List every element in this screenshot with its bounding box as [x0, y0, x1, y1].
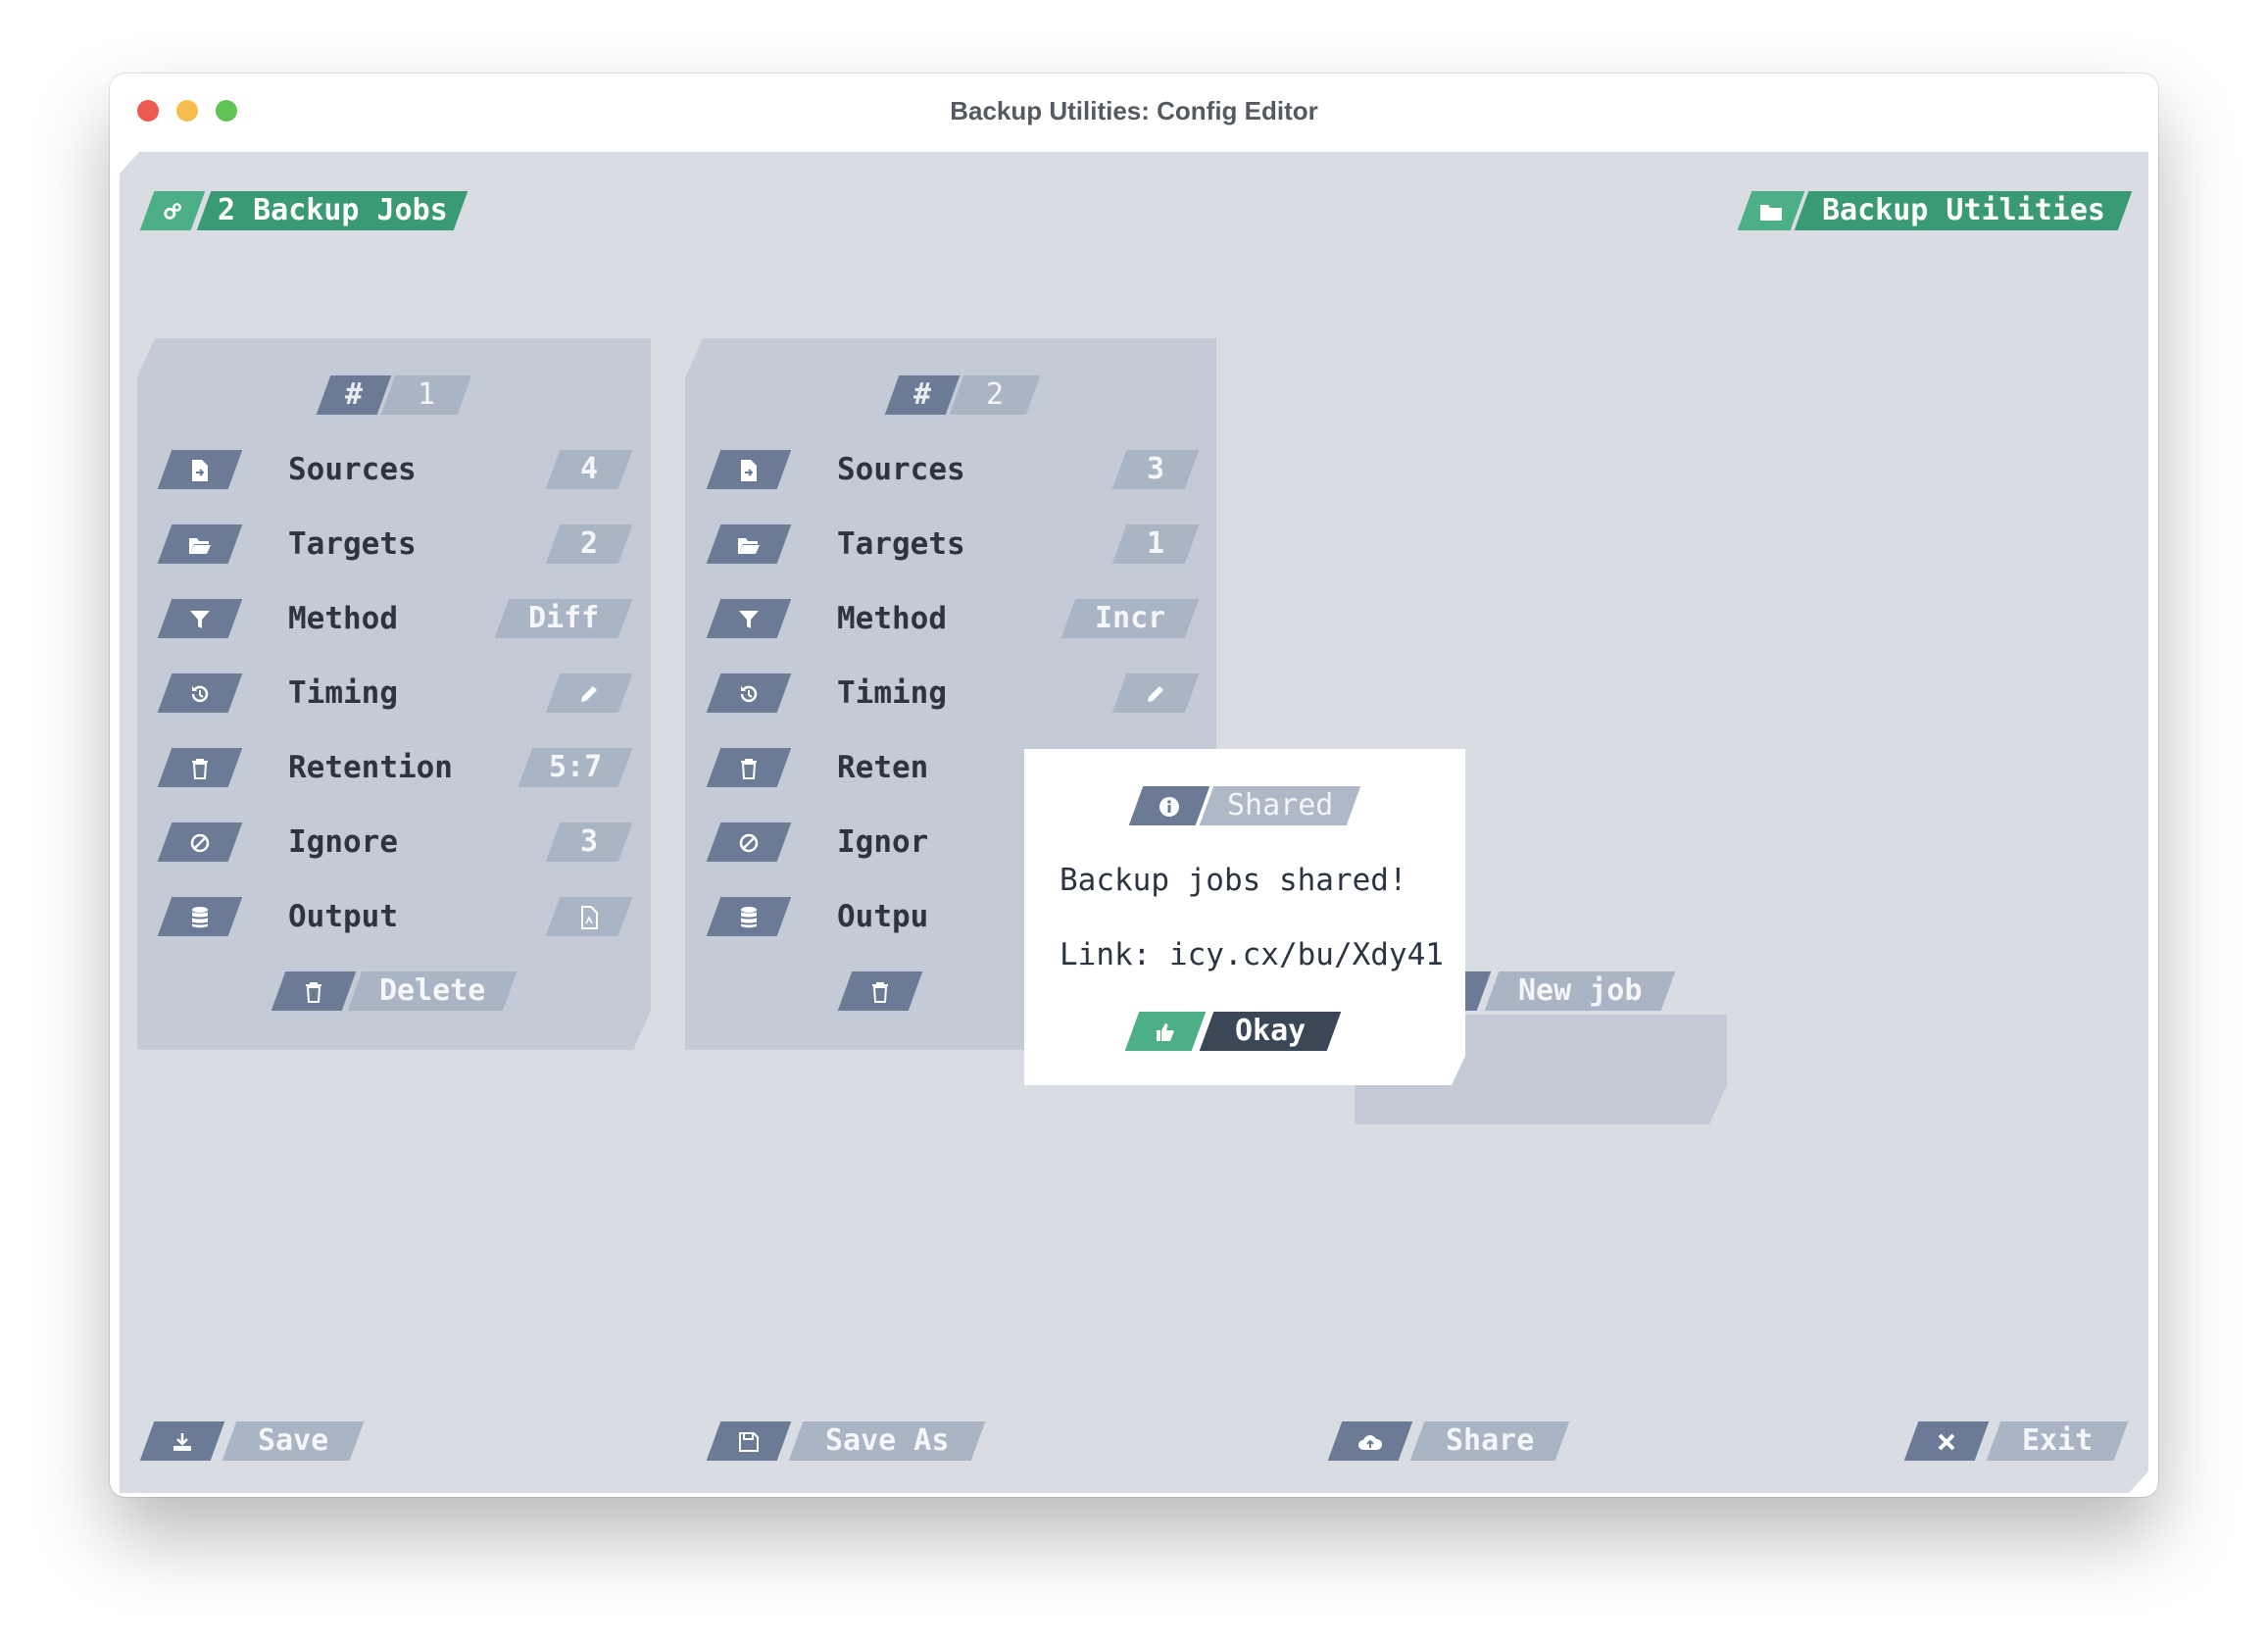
row-label-output: Outpu [837, 899, 929, 934]
gears-icon [140, 191, 206, 230]
delete-trash-icon [271, 971, 357, 1011]
delete-job-button[interactable]: Delete [348, 971, 518, 1011]
timing-edit-button[interactable] [546, 673, 633, 713]
dialog-title: Shared [1200, 786, 1361, 825]
targets-value[interactable]: 2 [546, 524, 633, 564]
pencil-icon [578, 673, 600, 713]
row-label-targets: Targets [288, 526, 417, 562]
ignore-value[interactable]: 3 [546, 822, 633, 862]
row-label-sources: Sources [288, 452, 417, 487]
delete-trash-icon[interactable] [838, 971, 923, 1011]
window-title: Backup Utilities: Config Editor [950, 96, 1318, 125]
database-icon [707, 897, 792, 936]
save-as-button[interactable]: Save As [788, 1421, 986, 1461]
app-window: Backup Utilities: Config Editor 2 Backup… [110, 74, 2158, 1497]
row-label-output: Output [288, 899, 398, 934]
folder-open-icon [158, 524, 243, 564]
job-number: 2 [950, 375, 1041, 415]
file-import-icon [707, 450, 792, 489]
row-label-ignore: Ignor [837, 824, 929, 860]
share-button[interactable]: Share [1409, 1421, 1570, 1461]
title-bar: Backup Utilities: Config Editor [110, 74, 2158, 152]
retention-value[interactable]: 5:7 [518, 748, 633, 787]
trash-icon [158, 748, 243, 787]
app-label: Backup Utilities [1795, 191, 2133, 230]
row-label-method: Method [288, 601, 398, 636]
jobs-count-label: 2 Backup Jobs [197, 191, 468, 230]
row-label-ignore: Ignore [288, 824, 398, 860]
download-icon [140, 1495, 225, 1497]
sources-value[interactable]: 4 [546, 450, 633, 489]
folder-open-icon [707, 524, 792, 564]
download-icon [139, 1421, 225, 1461]
new-job-button[interactable]: New job [1485, 971, 1676, 1011]
close-x-icon [1903, 1421, 1990, 1461]
timing-edit-button[interactable] [1112, 673, 1200, 713]
filter-icon [158, 599, 243, 638]
cloud-upload-icon [1327, 1421, 1413, 1461]
history-icon [707, 673, 792, 713]
row-label-retention: Reten [837, 750, 929, 785]
floppy-disk-icon [706, 1421, 792, 1461]
database-icon [158, 897, 243, 936]
file-import-icon [158, 450, 243, 489]
sources-value[interactable]: 3 [1112, 450, 1200, 489]
okay-button[interactable]: Okay [1200, 1012, 1342, 1051]
targets-value[interactable]: 1 [1112, 524, 1200, 564]
file-icon [580, 897, 598, 936]
filter-icon [707, 599, 792, 638]
row-label-timing: Timing [288, 675, 398, 711]
output-file-button[interactable] [546, 897, 633, 936]
info-icon [1129, 786, 1210, 825]
folder-icon [1738, 191, 1805, 230]
share-link[interactable]: Link: icy.cx/bu/Xdy41 [1060, 937, 1444, 972]
shared-dialog: Shared Backup jobs shared! Link: icy.cx/… [1024, 749, 1465, 1085]
history-icon [158, 673, 243, 713]
dialog-message: Backup jobs shared! [1060, 863, 1407, 898]
ban-icon [707, 822, 792, 862]
row-label-sources: Sources [837, 452, 965, 487]
method-value[interactable]: Incr [1061, 599, 1200, 638]
save-button[interactable]: Save [222, 1421, 365, 1461]
row-label-targets: Targets [837, 526, 965, 562]
pencil-icon [1145, 673, 1166, 713]
trash-icon [707, 748, 792, 787]
method-value[interactable]: Diff [495, 599, 633, 638]
exit-button[interactable]: Exit [1986, 1421, 2129, 1461]
thumbs-up-icon [1125, 1012, 1207, 1051]
job-number: 1 [381, 375, 472, 415]
row-label-retention: Retention [288, 750, 453, 785]
row-label-timing: Timing [837, 675, 947, 711]
row-label-method: Method [837, 601, 947, 636]
ban-icon [158, 822, 243, 862]
